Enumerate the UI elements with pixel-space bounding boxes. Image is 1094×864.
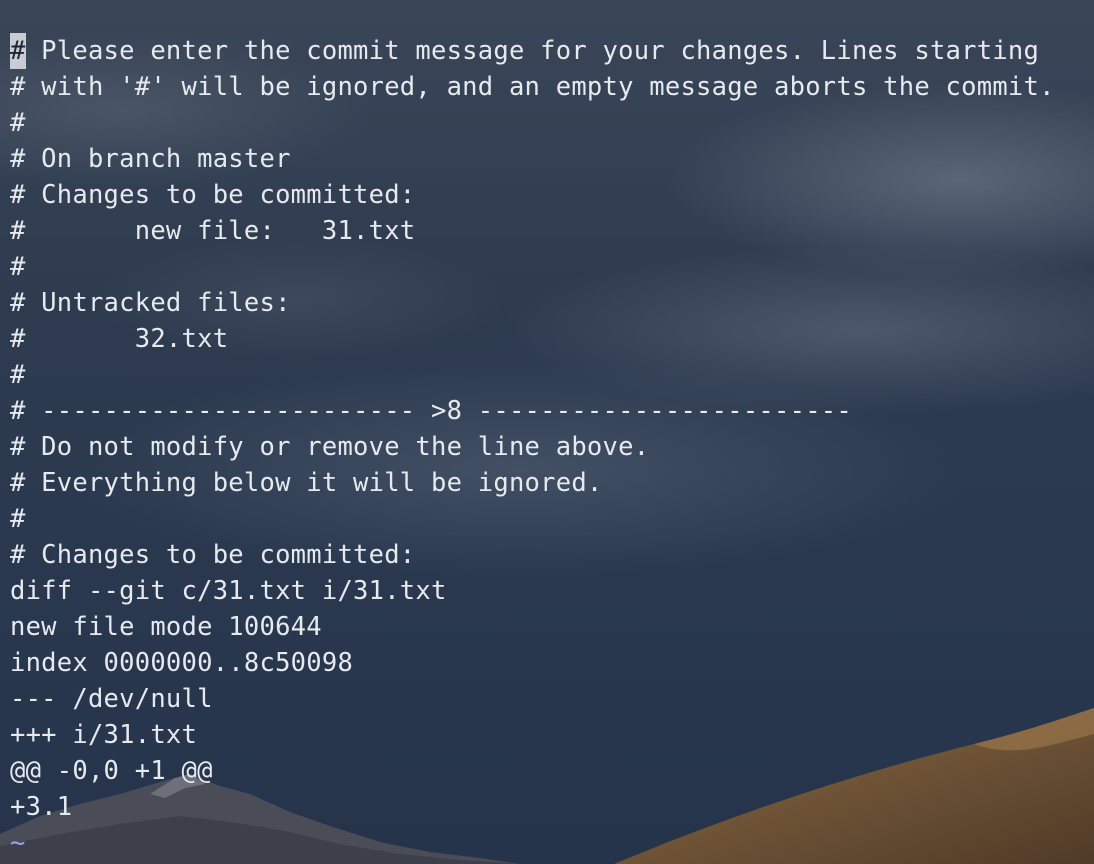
editor-line: # On branch master: [10, 144, 291, 174]
editor-line: # Do not modify or remove the line above…: [10, 432, 650, 462]
editor-line: # 32.txt: [10, 324, 229, 354]
editor-line: # Changes to be committed:: [10, 180, 416, 210]
diff-hunk-line: @@ -0,0 +1 @@: [10, 756, 213, 786]
editor-line: # Changes to be committed:: [10, 540, 416, 570]
diff-index-line: index 0000000..8c50098: [10, 648, 354, 678]
empty-line-marker: ~: [10, 828, 26, 858]
diff-header-line: diff --git c/31.txt i/31.txt: [10, 576, 447, 606]
editor-line: # with '#' will be ignored, and an empty…: [10, 72, 1055, 102]
editor-line: # Everything below it will be ignored.: [10, 468, 603, 498]
editor-line: #: [10, 108, 26, 138]
diff-new-file-line: +++ i/31.txt: [10, 720, 198, 750]
editor-line: #: [10, 252, 26, 282]
editor-line: #: [10, 360, 26, 390]
editor-line: # Untracked files:: [10, 288, 291, 318]
editor-line: #: [10, 504, 26, 534]
editor-line-text: Please enter the commit message for your…: [25, 36, 1040, 66]
editor-line: # Please enter the commit message for yo…: [10, 33, 1094, 69]
diff-old-file-line: --- /dev/null: [10, 684, 213, 714]
editor-line: # new file: 31.txt: [10, 216, 416, 246]
text-cursor: #: [10, 33, 26, 69]
scissors-line: # ------------------------ >8 ----------…: [10, 396, 852, 426]
vim-commit-editor[interactable]: # Please enter the commit message for yo…: [0, 0, 1094, 861]
diff-mode-line: new file mode 100644: [10, 612, 322, 642]
diff-added-line: +3.1: [10, 792, 73, 822]
